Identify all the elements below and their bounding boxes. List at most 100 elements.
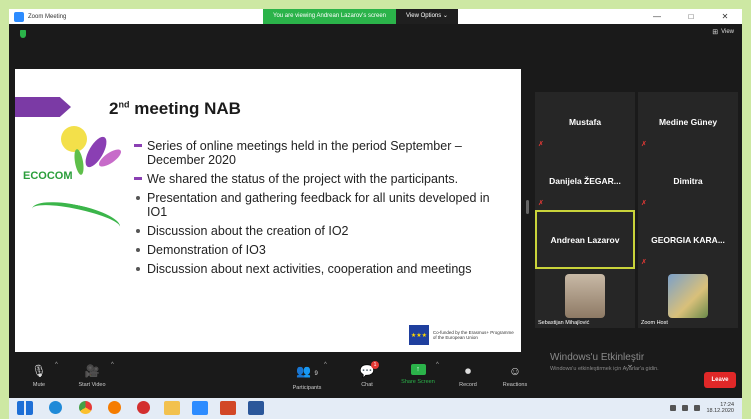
battery-icon[interactable] [694, 405, 701, 411]
zoom-logo-icon [14, 11, 24, 22]
mic-muted-icon: ✗ [641, 259, 647, 266]
windows-start-icon[interactable] [17, 401, 33, 415]
participant-tile[interactable]: Sebastijan Mihajlović [535, 269, 635, 328]
logo-sun-circle [61, 126, 87, 152]
erasmus-badge: ★★★ Co-funded by the Erasmus+ Programme … [409, 323, 517, 347]
reactions-label: Reactions [502, 382, 528, 388]
logo-leaf-swoosh [29, 195, 123, 241]
system-clock[interactable]: 17:24 18.12.2020 [706, 402, 734, 414]
mute-button[interactable]: 🎙 Mute [19, 364, 59, 388]
video-options-caret[interactable]: ^ [111, 362, 114, 368]
participant-video [565, 274, 605, 318]
slide-bullet-list: Series of online meetings held in the pe… [133, 139, 503, 281]
participant-video [668, 274, 708, 318]
view-label: View [721, 29, 734, 35]
bullet-item: Discussion about the creation of IO2 [133, 224, 503, 238]
view-options-label: View Options [406, 13, 442, 19]
zoom-taskbar-icon[interactable] [192, 401, 208, 415]
participant-name: Zoom Host [641, 320, 668, 326]
panel-resize-handle[interactable] [526, 200, 529, 214]
shared-screen-slide: 2nd meeting NAB ECOCOM Series of online … [15, 69, 521, 352]
participants-label: Participants [292, 385, 322, 391]
start-video-label: Start Video [78, 382, 106, 388]
file-explorer-icon[interactable] [164, 401, 180, 415]
record-label: Record [459, 382, 477, 388]
volume-icon[interactable] [682, 405, 689, 411]
logo-petal-green [72, 148, 86, 176]
mic-muted-icon: ✗ [641, 141, 647, 148]
network-icon[interactable] [670, 405, 677, 411]
clock-date: 18.12.2020 [706, 408, 734, 414]
system-tray: 17:24 18.12.2020 [670, 402, 734, 414]
powerpoint-icon[interactable] [220, 401, 236, 415]
window-controls: — □ ✕ [640, 9, 742, 24]
participant-name: Sebastijan Mihajlović [538, 320, 590, 326]
participant-tile[interactable]: GEORGIA KARA... ✗ [638, 210, 738, 269]
share-screen-label: Share Screen [401, 379, 435, 385]
participant-tile-active-speaker[interactable]: Andrean Lazarov [535, 210, 635, 269]
windows-taskbar: 17:24 18.12.2020 [9, 398, 742, 419]
reactions-button[interactable]: ☺ Reactions [495, 364, 535, 388]
reactions-icon: ☺ [508, 364, 522, 378]
bullet-item: Series of online meetings held in the pe… [133, 139, 503, 167]
mute-label: Mute [32, 382, 46, 388]
chat-label: Chat [361, 382, 373, 388]
mic-muted-icon: ✗ [538, 200, 544, 207]
erasmus-label: Co-funded by the Erasmus+ Programme of t… [432, 330, 514, 340]
chat-button[interactable]: 💬 1 Chat [347, 361, 387, 388]
bullet-item: We shared the status of the project with… [133, 172, 503, 186]
participants-icon: 👥 9 [296, 364, 318, 378]
share-screen-icon: ↑ [410, 364, 426, 375]
participant-tile[interactable]: Zoom Host [638, 269, 738, 328]
participant-tile[interactable]: Danijela ŽEGAR... ✗ [535, 151, 635, 210]
view-button[interactable]: ⊞ View [712, 28, 734, 36]
edge-icon[interactable] [49, 401, 62, 414]
slide-title: 2nd meeting NAB [109, 99, 241, 119]
meeting-toolbar: 🎙 Mute ^ 🎥 Start Video ^ 👥 9 Participant… [9, 358, 742, 398]
participant-name: Mustafa [568, 116, 602, 127]
participant-name: Medine Güney [658, 116, 718, 127]
participant-tile[interactable]: Mustafa ✗ [535, 92, 635, 151]
bullet-item: Presentation and gathering feedback for … [133, 191, 503, 219]
mic-muted-icon: ✗ [538, 141, 544, 148]
security-shield-icon[interactable] [20, 30, 26, 38]
leave-button[interactable]: Leave [704, 372, 736, 388]
video-camera-off-icon: 🎥 [84, 364, 100, 378]
title-bar: Zoom Meeting You are viewing Andrean Laz… [9, 9, 742, 24]
share-screen-button[interactable]: ↑ Share Screen [398, 364, 438, 385]
participant-name: Danijela ŽEGAR... [549, 175, 621, 186]
participant-name: Dimitra [673, 175, 703, 186]
viewing-screen-label: You are viewing Andrean Lazarov's screen [263, 9, 396, 24]
share-options-caret[interactable]: ^ [436, 362, 439, 368]
start-video-button[interactable]: 🎥 Start Video [72, 364, 112, 388]
participant-tile[interactable]: Dimitra ✗ [638, 151, 738, 210]
record-button[interactable]: ⏺ Record [448, 364, 488, 388]
audio-options-caret[interactable]: ^ [55, 362, 58, 368]
slide-accent-tab [15, 97, 71, 117]
opera-icon[interactable] [137, 401, 150, 414]
view-options-button[interactable]: View Options ⌄ [396, 9, 458, 24]
window-title: Zoom Meeting [28, 13, 67, 20]
chrome-icon[interactable] [79, 401, 92, 414]
meeting-area: ⊞ View 2nd meeting NAB ECOCOM Series of … [9, 24, 742, 398]
chat-unread-badge: 1 [371, 361, 379, 369]
microphone-icon: 🎙 [31, 364, 47, 378]
firefox-icon[interactable] [108, 401, 121, 414]
ecocom-logo-text: ECOCOM [23, 170, 73, 182]
word-icon[interactable] [248, 401, 264, 415]
participants-count: 9 [314, 371, 318, 377]
bullet-item: Discussion about next activities, cooper… [133, 262, 503, 276]
participant-name: GEORGIA KARA... [651, 234, 725, 245]
grid-view-icon: ⊞ [712, 29, 719, 36]
close-button[interactable]: ✕ [708, 9, 742, 24]
mic-muted-icon: ✗ [641, 200, 647, 207]
participants-options-caret[interactable]: ^ [324, 362, 327, 368]
participant-tile[interactable]: Medine Güney ✗ [638, 92, 738, 151]
minimize-button[interactable]: — [640, 9, 674, 24]
maximize-button[interactable]: □ [674, 9, 708, 24]
record-icon: ⏺ [464, 364, 471, 378]
participants-button[interactable]: 👥 9 Participants [287, 364, 327, 391]
participant-name: Andrean Lazarov [550, 234, 620, 245]
bullet-item: Demonstration of IO3 [133, 243, 503, 257]
slide-title-suffix: nd [118, 99, 130, 110]
